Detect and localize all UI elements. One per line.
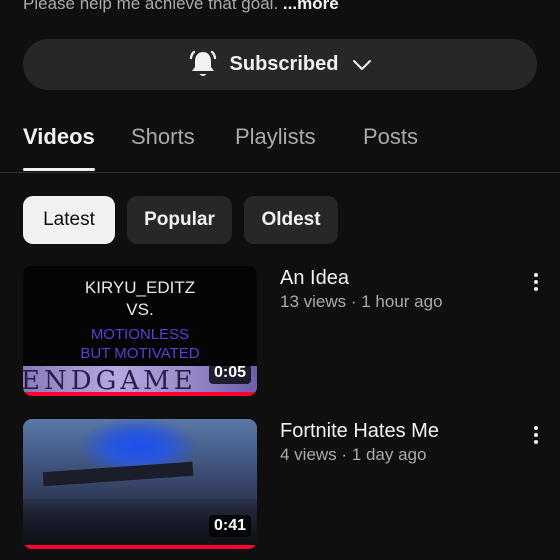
watch-progress-bar (23, 545, 257, 549)
more-options-icon[interactable] (526, 270, 546, 294)
bell-icon (188, 49, 218, 81)
channel-tabs: Videos Shorts Playlists Posts (23, 120, 560, 172)
thumbnail-banner-text: ENDGAME (23, 366, 197, 392)
filter-chip-oldest[interactable]: Oldest (244, 196, 338, 244)
tab-playlists[interactable]: Playlists (235, 124, 316, 150)
duration-badge: 0:41 (208, 515, 251, 537)
watch-progress-bar (23, 392, 257, 396)
thumbnail-text: MOTIONLESS (90, 326, 190, 343)
filter-chip-popular[interactable]: Popular (127, 196, 232, 244)
video-thumbnail[interactable]: 0:41 (23, 419, 257, 549)
chevron-down-icon (352, 59, 372, 71)
tabs-divider (0, 172, 560, 173)
description-text: Please help me achieve that goal. (23, 0, 279, 13)
subscribed-button[interactable]: Subscribed (23, 39, 537, 90)
thumbnail-image-detail (42, 461, 194, 487)
video-item: 0:41 Fortnite Hates Me 4 views · 1 day a… (0, 419, 560, 551)
more-link[interactable]: ...more (283, 0, 339, 13)
subscribed-label: Subscribed (229, 53, 339, 75)
video-meta: 4 views · 1 day ago (280, 445, 427, 464)
duration-badge: 0:05 (208, 362, 251, 384)
thumbnail-text: VS. (126, 300, 154, 319)
filter-chip-latest[interactable]: Latest (23, 196, 115, 244)
more-options-icon[interactable] (526, 423, 546, 447)
video-thumbnail[interactable]: KIRYU_EDITZ VS. MOTIONLESS BUT MOTIVATED… (23, 266, 257, 396)
tab-videos[interactable]: Videos (23, 124, 95, 150)
active-tab-indicator (23, 168, 95, 171)
thumbnail-text: KIRYU_EDITZ (84, 278, 196, 297)
tab-shorts[interactable]: Shorts (131, 124, 195, 150)
channel-description: Please help me achieve that goal. ...mor… (23, 0, 339, 14)
tab-posts[interactable]: Posts (363, 124, 418, 150)
video-title[interactable]: An Idea (280, 267, 349, 290)
video-meta: 13 views · 1 hour ago (280, 292, 443, 311)
thumbnail-text: BUT MOTIVATED (80, 345, 200, 362)
video-item: KIRYU_EDITZ VS. MOTIONLESS BUT MOTIVATED… (0, 266, 560, 398)
video-title[interactable]: Fortnite Hates Me (280, 420, 439, 443)
